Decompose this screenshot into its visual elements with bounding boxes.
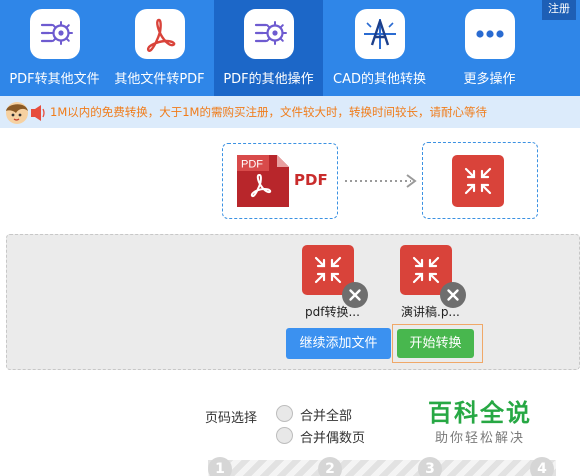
nav-item-label: PDF的其他操作 <box>223 72 314 87</box>
app-page: PDF转其他文件 其他文件转PDF PDF的其他操作 CAD的其他转换 更多操作… <box>0 0 580 476</box>
radio-merge-even[interactable] <box>276 427 293 444</box>
start-convert-button[interactable]: 开始转换 <box>397 329 474 358</box>
mascot-speaker-icon <box>3 100 47 130</box>
close-icon <box>349 289 361 301</box>
progress-steps-bar <box>208 460 556 476</box>
nav-item-label: CAD的其他转换 <box>333 72 426 87</box>
compress-icon <box>452 155 504 207</box>
radio-label: 合并偶数页 <box>300 431 366 446</box>
page-selection-label: 页码选择 <box>205 411 258 426</box>
step-indicator: 3 <box>418 457 442 476</box>
pdf-file-tag: PDF <box>241 159 263 171</box>
step-indicator: 2 <box>318 457 342 476</box>
cad-drawing-icon <box>354 9 405 59</box>
top-nav: PDF转其他文件 其他文件转PDF PDF的其他操作 CAD的其他转换 更多操作… <box>0 0 580 96</box>
acrobat-icon <box>134 9 185 59</box>
nav-item-pdf-to-other[interactable]: PDF转其他文件 <box>0 0 109 96</box>
step-indicator: 4 <box>530 457 554 476</box>
watermark-title: 百科全说 <box>428 399 532 427</box>
nav-item-label: 其他文件转PDF <box>114 72 205 87</box>
register-link[interactable]: 注册 <box>542 0 576 20</box>
pdf-settings-icon <box>29 9 80 59</box>
more-dots-icon <box>464 9 515 59</box>
radio-merge-all[interactable] <box>276 405 293 422</box>
nav-item-label: 更多操作 <box>463 72 516 87</box>
radio-label: 合并全部 <box>300 409 353 424</box>
add-more-files-button[interactable]: 继续添加文件 <box>286 328 391 359</box>
nav-item-label: PDF转其他文件 <box>9 72 100 87</box>
nav-item-more[interactable]: 更多操作 <box>435 0 544 96</box>
notice-text: 1M以内的免费转换，大于1M的需购买注册，文件较大时，转换时间较长，请耐心等待 <box>50 105 487 119</box>
remove-file-button[interactable] <box>440 282 466 308</box>
pdf-file-icon: PDF <box>237 155 291 211</box>
conversion-arrow-icon <box>343 172 419 194</box>
nav-item-pdf-other-ops[interactable]: PDF的其他操作 <box>214 0 323 96</box>
step-indicator: 1 <box>208 457 232 476</box>
pdf-settings-icon <box>243 9 294 59</box>
close-icon <box>447 289 459 301</box>
nav-item-cad-convert[interactable]: CAD的其他转换 <box>325 0 434 96</box>
remove-file-button[interactable] <box>342 282 368 308</box>
watermark-subtitle: 助你轻松解决 <box>435 431 526 446</box>
source-format-label: PDF <box>294 171 328 189</box>
nav-item-other-to-pdf[interactable]: 其他文件转PDF <box>105 0 214 96</box>
